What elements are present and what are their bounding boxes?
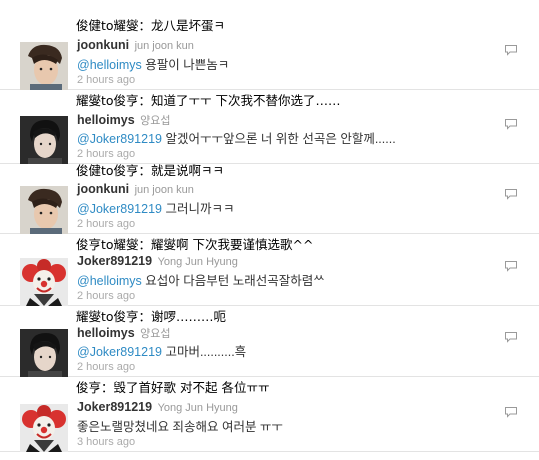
tweet-item: Joker891219 Yong Jun Hyung 좋은노랠망쳤네요 죄송해요 …: [0, 398, 539, 452]
full-name: Yong Jun Hyung: [157, 256, 238, 268]
timestamp-link[interactable]: 2 hours ago: [77, 74, 135, 86]
avatar[interactable]: [20, 329, 68, 377]
tweet-author: Joker891219 Yong Jun Hyung: [77, 254, 238, 268]
reply-icon[interactable]: [504, 403, 518, 418]
screen-name-link[interactable]: joonkuni: [77, 182, 129, 196]
avatar[interactable]: [20, 116, 68, 164]
avatar[interactable]: [20, 258, 68, 306]
timestamp-link[interactable]: 2 hours ago: [77, 290, 135, 302]
tweet-item: helloimys 양요섭 @Joker891219 고마버..........흑…: [0, 323, 539, 377]
translation-caption: 俊健to耀燮：龙八是坏蛋ㅋ: [76, 18, 226, 33]
translation-caption: 俊亨to耀燮：耀燮啊 下次我要谨慎选歌^^: [76, 237, 314, 252]
tweet-item: helloimys 양요섭 @Joker891219 알겠어ㅜㅜ앞으론 너 위한 …: [0, 110, 539, 164]
tweet-text: @helloimys 용팔이 나쁜놈ㅋ: [77, 54, 229, 73]
tweet-item: joonkuni jun joon kun @Joker891219 그러니까ㅋㅋ…: [0, 180, 539, 234]
mention-link[interactable]: @helloimys: [77, 274, 142, 288]
timestamp-link[interactable]: 2 hours ago: [77, 218, 135, 230]
full-name: jun joon kun: [134, 40, 194, 52]
screen-name-link[interactable]: helloimys: [77, 113, 135, 127]
tweet-message: 용팔이 나쁜놈ㅋ: [141, 58, 230, 72]
tweet-author: joonkuni jun joon kun: [77, 38, 194, 52]
tweet-message: 고마버..........흑: [161, 345, 247, 359]
screen-name-link[interactable]: joonkuni: [77, 38, 129, 52]
screen-name-link[interactable]: Joker891219: [77, 254, 152, 268]
full-name: jun joon kun: [134, 184, 194, 196]
timestamp-link[interactable]: 3 hours ago: [77, 436, 135, 448]
timestamp-link[interactable]: 2 hours ago: [77, 148, 135, 160]
avatar[interactable]: [20, 42, 68, 90]
tweet-text: @helloimys 요섭아 다음부턴 노래선곡잘하렴ᄊ: [77, 270, 325, 289]
mention-link[interactable]: @Joker891219: [77, 202, 162, 216]
full-name: 양요섭: [140, 328, 171, 340]
tweet-message: 알겠어ㅜㅜ앞으론 너 위한 선곡은 안할께......: [161, 132, 396, 146]
tweet-text: @Joker891219 그러니까ㅋㅋ: [77, 198, 234, 217]
full-name: Yong Jun Hyung: [157, 402, 238, 414]
reply-icon[interactable]: [504, 185, 518, 200]
tweet-message: 좋은노랠망쳤네요 죄송해요 여러분 ㅠㅜ: [77, 420, 283, 434]
tweet-message: 요섭아 다음부턴 노래선곡잘하렴ᄊ: [141, 274, 325, 288]
tweet-author: helloimys 양요섭: [77, 325, 171, 341]
reply-icon[interactable]: [504, 115, 518, 130]
tweet-text: @Joker891219 고마버..........흑: [77, 341, 246, 360]
full-name: 양요섭: [140, 115, 171, 127]
translation-caption: 俊健to俊亨：就是说啊ㅋㅋ: [76, 163, 225, 178]
mention-link[interactable]: @Joker891219: [77, 345, 162, 359]
translation-caption: 耀燮to俊亨：谢啰………呃: [76, 309, 227, 324]
tweet-item: Joker891219 Yong Jun Hyung @helloimys 요섭아…: [0, 252, 539, 306]
screen-name-link[interactable]: helloimys: [77, 326, 135, 340]
reply-icon[interactable]: [504, 41, 518, 56]
tweet-message: 그러니까ㅋㅋ: [161, 202, 235, 216]
screen-name-link[interactable]: Joker891219: [77, 400, 152, 414]
tweet-author: helloimys 양요섭: [77, 112, 171, 128]
tweet-text: 좋은노랠망쳤네요 죄송해요 여러분 ㅠㅜ: [77, 416, 283, 435]
avatar[interactable]: [20, 186, 68, 234]
translation-caption: 俊亨：毁了首好歌 对不起 各位ㅠㅠ: [76, 380, 270, 395]
reply-icon[interactable]: [504, 257, 518, 272]
timestamp-link[interactable]: 2 hours ago: [77, 361, 135, 373]
avatar[interactable]: [20, 404, 68, 452]
mention-link[interactable]: @helloimys: [77, 58, 142, 72]
tweet-author: joonkuni jun joon kun: [77, 182, 194, 196]
mention-link[interactable]: @Joker891219: [77, 132, 162, 146]
translation-caption: 耀燮to俊亨：知道了ㅜㅜ 下次我不替你选了……: [76, 93, 341, 108]
tweet-author: Joker891219 Yong Jun Hyung: [77, 400, 238, 414]
reply-icon[interactable]: [504, 328, 518, 343]
tweet-text: @Joker891219 알겠어ㅜㅜ앞으론 너 위한 선곡은 안할께......: [77, 128, 396, 147]
tweet-item: joonkuni jun joon kun @helloimys 용팔이 나쁜놈ㅋ…: [0, 36, 539, 90]
